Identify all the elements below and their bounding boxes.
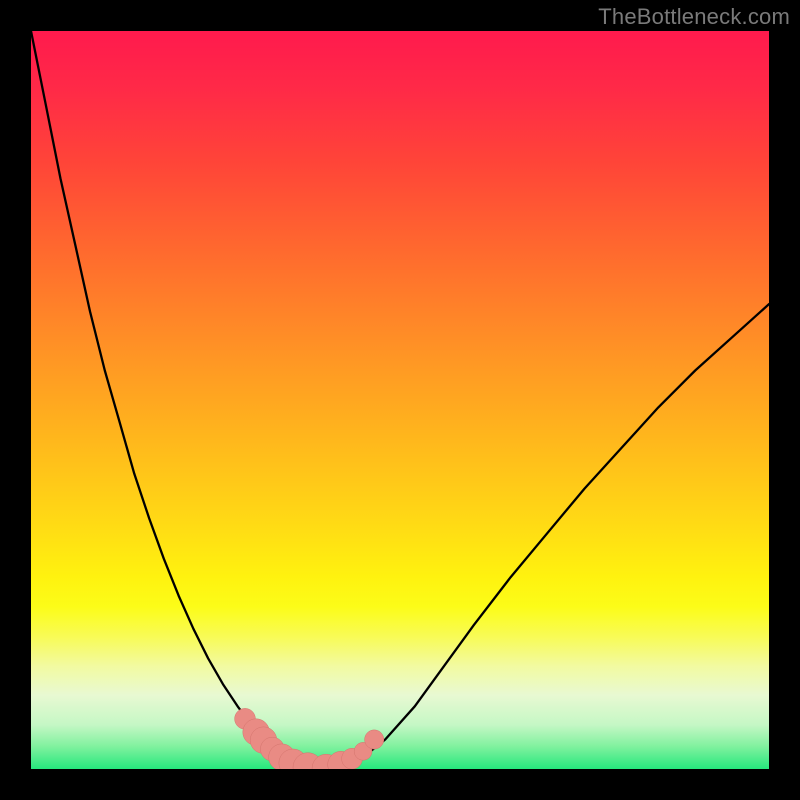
chart-overlay [31, 31, 769, 769]
curve-markers [235, 708, 384, 769]
chart-frame: TheBottleneck.com [0, 0, 800, 800]
curve-marker [365, 730, 384, 749]
plot-area [31, 31, 769, 769]
watermark-text: TheBottleneck.com [598, 4, 790, 30]
bottleneck-curve [31, 31, 769, 769]
